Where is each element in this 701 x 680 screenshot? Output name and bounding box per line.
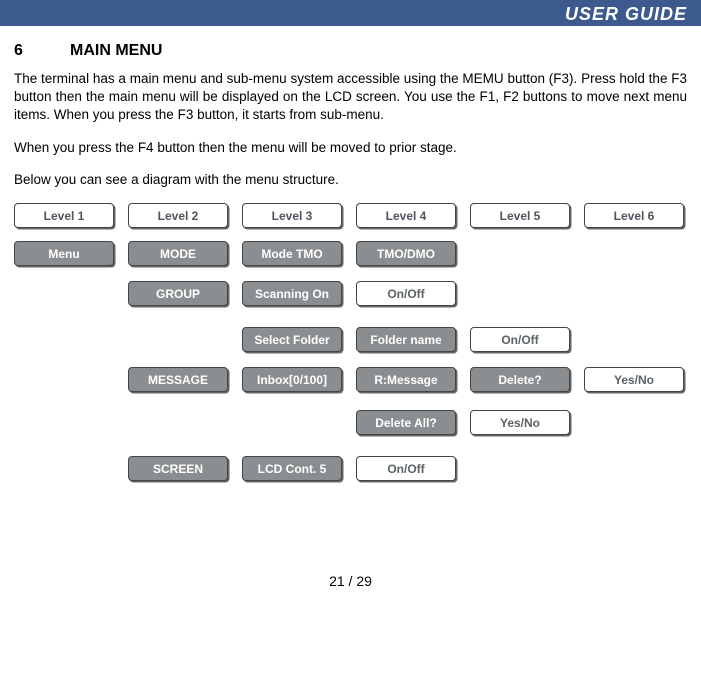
paragraph-3: Below you can see a diagram with the men… xyxy=(14,171,687,189)
scanning-on-box: Scanning On xyxy=(242,281,342,306)
level-2-header: Level 2 xyxy=(128,203,228,228)
screen-box: SCREEN xyxy=(128,456,228,481)
mode-tmo-box: Mode TMO xyxy=(242,241,342,266)
menu-box: Menu xyxy=(14,241,114,266)
msg-yesno-box: Yes/No xyxy=(584,367,684,392)
group-onoff-box: On/Off xyxy=(356,281,456,306)
lcd-cont-box: LCD Cont. 5 xyxy=(242,456,342,481)
folder-name-box: Folder name xyxy=(356,327,456,352)
mode-box: MODE xyxy=(128,241,228,266)
content-area: 6 MAIN MENU The terminal has a main menu… xyxy=(0,26,701,523)
level-1-header: Level 1 xyxy=(14,203,114,228)
delall-yesno-box: Yes/No xyxy=(470,410,570,435)
page-number: 21 / 29 xyxy=(0,573,701,605)
paragraph-1: The terminal has a main menu and sub-men… xyxy=(14,70,687,125)
paragraph-2: When you press the F4 button then the me… xyxy=(14,139,687,157)
rmessage-box: R:Message xyxy=(356,367,456,392)
section-number: 6 xyxy=(14,42,70,60)
tmo-dmo-box: TMO/DMO xyxy=(356,241,456,266)
level-6-header: Level 6 xyxy=(584,203,684,228)
level-4-header: Level 4 xyxy=(356,203,456,228)
inbox-box: Inbox[0/100] xyxy=(242,367,342,392)
delete-box: Delete? xyxy=(470,367,570,392)
section-title: MAIN MENU xyxy=(70,42,162,60)
delete-all-box: Delete All? xyxy=(356,410,456,435)
menu-diagram: Level 1 Level 2 Level 3 Level 4 Level 5 … xyxy=(14,203,694,523)
header-title: USER GUIDE xyxy=(565,4,687,24)
level-3-header: Level 3 xyxy=(242,203,342,228)
select-folder-box: Select Folder xyxy=(242,327,342,352)
message-box: MESSAGE xyxy=(128,367,228,392)
group-box: GROUP xyxy=(128,281,228,306)
header-bar: USER GUIDE xyxy=(0,0,701,26)
screen-onoff-box: On/Off xyxy=(356,456,456,481)
level-5-header: Level 5 xyxy=(470,203,570,228)
section-heading: 6 MAIN MENU xyxy=(14,42,687,60)
folder-onoff-box: On/Off xyxy=(470,327,570,352)
